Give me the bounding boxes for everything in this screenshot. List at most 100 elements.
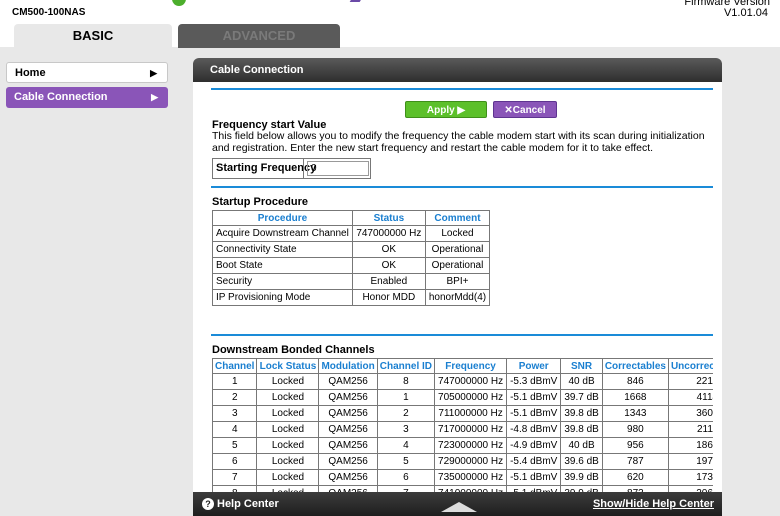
table-cell: Acquire Downstream Channel <box>212 225 353 242</box>
show-hide-help-link[interactable]: Show/Hide Help Center <box>593 492 714 516</box>
table-cell: QAM256 <box>318 469 378 486</box>
downstream-section-title: Downstream Bonded Channels <box>212 344 375 356</box>
expand-arrow-icon[interactable] <box>441 502 477 512</box>
table-row: 5 Locked QAM256 4 723000000 Hz -4.9 dBmV 40 dB… <box>211 437 713 454</box>
table-row: Acquire Downstream Channel 747000000 Hz Lo… <box>212 225 491 242</box>
table-cell: 980 <box>601 421 669 438</box>
starting-frequency-box: Starting Frequency 0 <box>212 158 371 179</box>
table-cell: 39.6 dB <box>560 453 603 470</box>
model-name: CM500-100NAS <box>12 7 86 18</box>
table-cell: 747000000 Hz <box>351 225 426 242</box>
divider <box>211 334 713 336</box>
table-cell: -4.8 dBmV <box>506 421 562 438</box>
sidebar: Home ▶ Cable Connection ▶ <box>6 62 168 112</box>
table-cell: 1867 <box>667 437 713 454</box>
sidebar-item-label: Home <box>15 67 46 79</box>
table-cell: 705000000 Hz <box>434 389 508 406</box>
column-header: Correctables <box>601 358 669 374</box>
table-row: Boot State OK Operational <box>212 257 491 274</box>
table-cell: 4 <box>211 421 258 438</box>
table-cell: BPI+ <box>424 273 491 290</box>
table-cell: Locked <box>256 437 320 454</box>
table-cell: 3 <box>376 421 436 438</box>
table-cell: 717000000 Hz <box>434 421 508 438</box>
frequency-description: This field below allows you to modify th… <box>212 130 705 154</box>
table-cell: 735000000 Hz <box>434 469 508 486</box>
table-cell: OK <box>351 257 426 274</box>
starting-frequency-input[interactable]: 0 <box>307 161 369 176</box>
table-cell: 711000000 Hz <box>434 405 508 422</box>
table-cell: 39.8 dB <box>560 421 603 438</box>
table-cell: 1 <box>376 389 436 406</box>
table-cell: 3 <box>211 405 258 422</box>
table-cell: 2214 <box>667 373 713 390</box>
table-cell: 8 <box>376 373 436 390</box>
help-icon[interactable]: ? <box>202 498 214 510</box>
table-cell: 6 <box>376 469 436 486</box>
table-row: 3 Locked QAM256 2 711000000 Hz -5.1 dBmV 39.8 … <box>211 405 713 422</box>
table-cell: Connectivity State <box>212 241 353 258</box>
main-panel: Cable Connection Apply ▶ ✕Cancel Frequen… <box>193 58 722 516</box>
startup-section-title: Startup Procedure <box>212 196 308 208</box>
table-cell: -5.1 dBmV <box>506 405 562 422</box>
table-cell: 5 <box>211 437 258 454</box>
table-cell: Locked <box>256 469 320 486</box>
column-header: Channel <box>211 358 258 374</box>
table-cell: Security <box>212 273 353 290</box>
table-cell: -5.3 dBmV <box>506 373 562 390</box>
divider <box>211 88 713 90</box>
chevron-right-icon: ▶ <box>151 92 158 102</box>
table-cell: 39.7 dB <box>560 389 603 406</box>
table-header-row: Channel Lock Status Modulation Channel ID Fr… <box>211 358 713 374</box>
table-cell: Locked <box>256 405 320 422</box>
chevron-right-icon: ▶ <box>150 68 157 78</box>
table-cell: 1 <box>211 373 258 390</box>
table-cell: 5 <box>376 453 436 470</box>
column-header: Procedure <box>212 210 353 226</box>
sidebar-item-cable-connection[interactable]: Cable Connection ▶ <box>6 87 168 108</box>
help-footer: ? Help Center Show/Hide Help Center <box>193 492 722 516</box>
table-cell: QAM256 <box>318 437 378 454</box>
table-cell: 1737 <box>667 469 713 486</box>
table-cell: 3607 <box>667 405 713 422</box>
table-cell: 620 <box>601 469 669 486</box>
table-cell: 40 dB <box>560 437 603 454</box>
table-cell: Locked <box>256 389 320 406</box>
table-cell: Locked <box>256 373 320 390</box>
startup-table: Procedure Status Comment Acquire Downstr… <box>212 210 491 306</box>
tab-basic[interactable]: BASIC <box>14 24 172 48</box>
column-header: Comment <box>424 210 491 226</box>
starting-frequency-label: Starting Frequency <box>216 162 317 174</box>
table-cell: QAM256 <box>318 389 378 406</box>
table-cell: 1668 <box>601 389 669 406</box>
table-cell: QAM256 <box>318 373 378 390</box>
table-cell: 40 dB <box>560 373 603 390</box>
table-cell: Locked <box>424 225 491 242</box>
table-cell: 39.9 dB <box>560 469 603 486</box>
divider <box>211 186 713 188</box>
table-row: 1 Locked QAM256 8 747000000 Hz -5.3 dBmV 40 dB… <box>211 373 713 390</box>
table-row: 4 Locked QAM256 3 717000000 Hz -4.8 dBmV 39.8 … <box>211 421 713 438</box>
sidebar-item-home[interactable]: Home ▶ <box>6 62 168 83</box>
cancel-button[interactable]: ✕Cancel <box>493 101 557 118</box>
table-cell: 4 <box>376 437 436 454</box>
downstream-table: Channel Lock Status Modulation Channel ID Fr… <box>211 358 713 492</box>
column-header: Lock Status <box>256 358 320 374</box>
column-header: SNR <box>560 358 603 374</box>
panel-content[interactable]: Apply ▶ ✕Cancel Frequency start Value Th… <box>211 82 713 492</box>
table-cell: 6 <box>211 453 258 470</box>
column-header: Status <box>351 210 426 226</box>
help-center-link[interactable]: Help Center <box>217 492 279 516</box>
column-header: Modulation <box>318 358 378 374</box>
table-cell: QAM256 <box>318 453 378 470</box>
tab-advanced[interactable]: ADVANCED <box>178 24 340 48</box>
table-cell: 1976 <box>667 453 713 470</box>
table-cell: 956 <box>601 437 669 454</box>
table-cell: 729000000 Hz <box>434 453 508 470</box>
apply-button[interactable]: Apply ▶ <box>405 101 487 118</box>
table-cell: 846 <box>601 373 669 390</box>
table-cell: -5.1 dBmV <box>506 389 562 406</box>
table-header-row: Procedure Status Comment <box>212 210 491 226</box>
table-row: Security Enabled BPI+ <box>212 273 491 290</box>
column-header: Uncorrectables <box>667 358 713 374</box>
